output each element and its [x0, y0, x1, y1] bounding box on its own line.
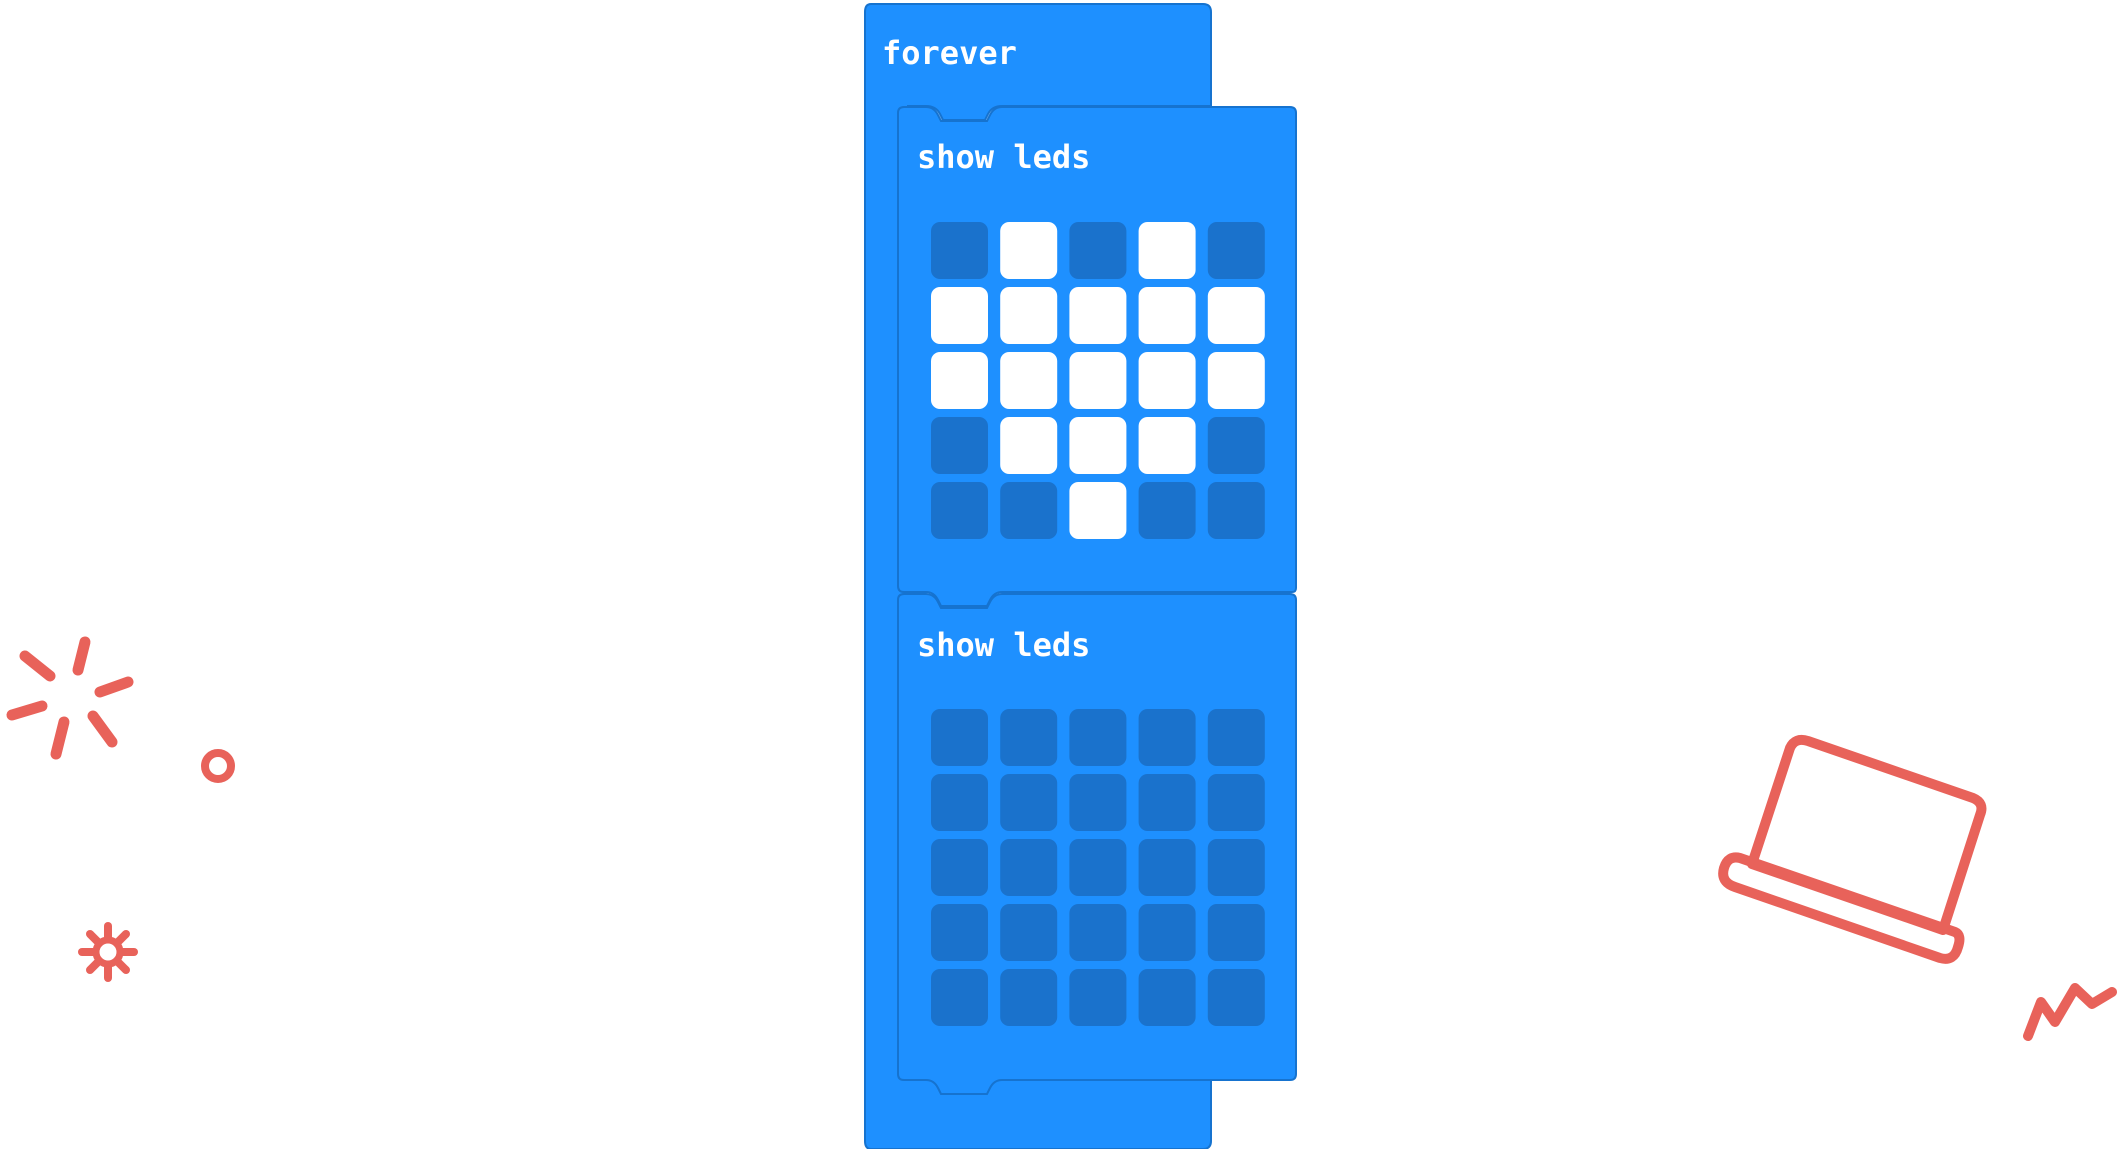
show-leds-label: show leds — [917, 138, 1091, 176]
led-cell-1-r1-c4[interactable] — [1138, 222, 1196, 279]
led-cell-1-r2-c1[interactable] — [931, 287, 988, 344]
led-cell-1-r5-c2[interactable] — [1000, 482, 1058, 539]
led-cell-2-r2-c3[interactable] — [1069, 774, 1127, 831]
led-cell-2-r4-c2[interactable] — [1000, 904, 1058, 961]
led-cell-2-r1-c5[interactable] — [1207, 709, 1265, 766]
led-cell-1-r1-c2[interactable] — [1000, 222, 1058, 279]
led-cell-2-r2-c5[interactable] — [1207, 774, 1265, 831]
led-cell-1-r1-c1[interactable] — [931, 222, 988, 279]
led-cell-1-r4-c5[interactable] — [1207, 417, 1265, 474]
led-cell-2-r4-c5[interactable] — [1207, 904, 1265, 961]
led-cell-1-r2-c5[interactable] — [1207, 287, 1265, 344]
show-leds-label: show leds — [917, 626, 1091, 664]
led-cell-2-r5-c3[interactable] — [1069, 969, 1127, 1026]
led-cell-1-r4-c4[interactable] — [1138, 417, 1196, 474]
led-cell-2-r3-c4[interactable] — [1138, 839, 1196, 896]
led-cell-2-r1-c3[interactable] — [1069, 709, 1127, 766]
led-cell-1-r2-c3[interactable] — [1069, 287, 1127, 344]
led-cell-2-r3-c2[interactable] — [1000, 839, 1058, 896]
led-cell-2-r3-c1[interactable] — [931, 839, 988, 896]
forever-label: forever — [882, 34, 1017, 72]
led-cell-1-r5-c5[interactable] — [1207, 482, 1265, 539]
led-grid — [931, 709, 1265, 1026]
led-cell-2-r2-c1[interactable] — [931, 774, 988, 831]
led-cell-2-r5-c4[interactable] — [1138, 969, 1196, 1026]
led-cell-1-r4-c1[interactable] — [931, 417, 988, 474]
led-cell-1-r5-c4[interactable] — [1138, 482, 1196, 539]
led-cell-1-r3-c2[interactable] — [1000, 352, 1058, 409]
led-cell-2-r4-c4[interactable] — [1138, 904, 1196, 961]
led-cell-2-r2-c2[interactable] — [1000, 774, 1058, 831]
led-cell-1-r2-c2[interactable] — [1000, 287, 1058, 344]
led-cell-2-r4-c3[interactable] — [1069, 904, 1127, 961]
led-cell-2-r3-c3[interactable] — [1069, 839, 1127, 896]
led-cell-1-r3-c5[interactable] — [1207, 352, 1265, 409]
led-cell-1-r3-c4[interactable] — [1138, 352, 1196, 409]
led-cell-2-r2-c4[interactable] — [1138, 774, 1196, 831]
led-cell-2-r1-c1[interactable] — [931, 709, 988, 766]
led-cell-1-r2-c4[interactable] — [1138, 287, 1196, 344]
led-cell-2-r3-c5[interactable] — [1207, 839, 1265, 896]
led-grid — [931, 222, 1265, 539]
led-cell-2-r5-c1[interactable] — [931, 969, 988, 1026]
led-cell-2-r4-c1[interactable] — [931, 904, 988, 961]
led-cell-2-r1-c2[interactable] — [1000, 709, 1058, 766]
led-cell-1-r5-c3[interactable] — [1069, 482, 1127, 539]
blocks-workspace: forever show leds show leds — [0, 0, 2118, 1149]
led-cell-1-r1-c3[interactable] — [1069, 222, 1127, 279]
led-cell-2-r1-c4[interactable] — [1138, 709, 1196, 766]
led-cell-1-r5-c1[interactable] — [931, 482, 988, 539]
led-cell-2-r5-c2[interactable] — [1000, 969, 1058, 1026]
led-cell-1-r4-c3[interactable] — [1069, 417, 1127, 474]
led-cell-1-r3-c3[interactable] — [1069, 352, 1127, 409]
led-cell-1-r4-c2[interactable] — [1000, 417, 1058, 474]
led-cell-1-r3-c1[interactable] — [931, 352, 988, 409]
led-cell-2-r5-c5[interactable] — [1207, 969, 1265, 1026]
led-cell-1-r1-c5[interactable] — [1207, 222, 1265, 279]
